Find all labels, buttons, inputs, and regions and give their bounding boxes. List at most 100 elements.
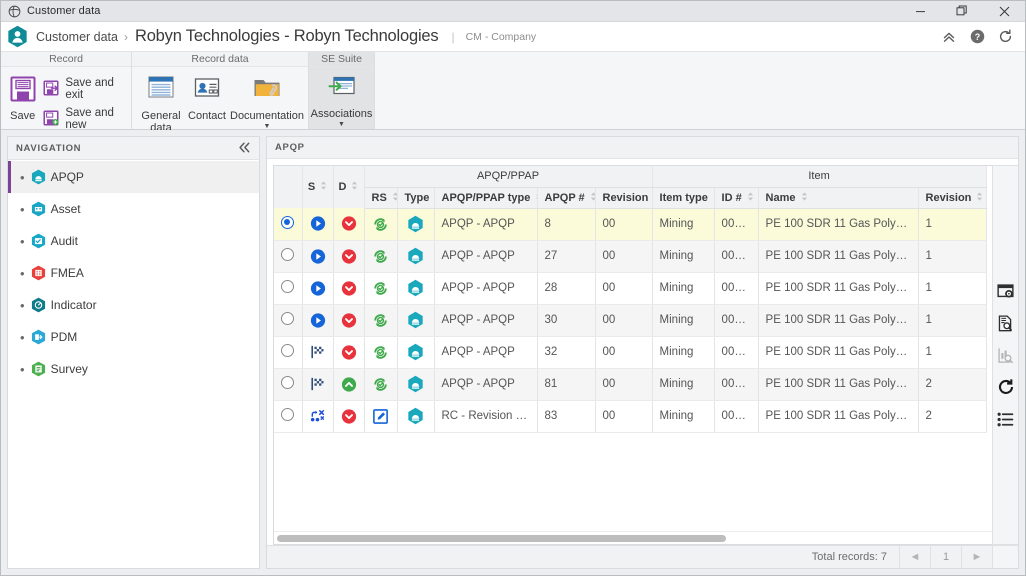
- col-d-header[interactable]: D: [333, 166, 365, 208]
- save-and-exit-button[interactable]: Save and exit: [40, 75, 127, 103]
- sidebar-item-fmea[interactable]: • FMEA: [8, 257, 259, 289]
- next-page-button[interactable]: ►: [961, 546, 992, 568]
- row-apqp-number-cell: 83: [537, 400, 596, 433]
- col-s-label: S: [307, 181, 316, 193]
- horizontal-scrollbar[interactable]: [274, 531, 992, 544]
- maximize-button[interactable]: [941, 1, 983, 22]
- row-item-revision-cell: 2: [918, 400, 987, 433]
- refresh-icon[interactable]: [993, 25, 1017, 49]
- row-status-cell: [302, 304, 334, 337]
- row-apqp-number-cell: 32: [537, 336, 596, 369]
- table-row[interactable]: RC - Revision control8300Mining000001PE …: [274, 400, 987, 433]
- row-status-cell: [302, 272, 334, 305]
- sidebar-item-asset[interactable]: • Asset: [8, 193, 259, 225]
- col-id-number-header[interactable]: ID #: [714, 187, 759, 209]
- sort-icon[interactable]: [801, 191, 808, 204]
- row-apqp-ppap-type-cell: APQP - APQP: [434, 272, 538, 305]
- documentation-button[interactable]: Documentation ▼: [230, 72, 304, 130]
- view-details-icon[interactable]: [995, 281, 1017, 301]
- bullet-icon: •: [20, 361, 25, 377]
- collapse-ribbon-icon[interactable]: [937, 25, 961, 49]
- row-select-cell[interactable]: [274, 272, 303, 305]
- indicator-hex-icon: [31, 297, 46, 313]
- main-panel-title: APQP: [275, 142, 305, 153]
- col-name-header[interactable]: Name: [758, 187, 919, 209]
- help-icon[interactable]: ?: [965, 25, 989, 49]
- sidebar-item-indicator[interactable]: • Indicator: [8, 289, 259, 321]
- col-type-header[interactable]: Type: [397, 187, 435, 209]
- col-apqp-number-header[interactable]: APQP #: [537, 187, 596, 209]
- table-row[interactable]: APQP - APQP 32 00 Mining 000001 PE 100 SDR 11…: [274, 336, 987, 369]
- row-name-cell: PE 100 SDR 11 Gas Polyethylene Pipe: [758, 304, 919, 337]
- row-select-cell[interactable]: [274, 240, 303, 273]
- row-item-type-cell: Mining: [652, 208, 715, 241]
- row-radio-button[interactable]: [281, 280, 294, 293]
- col-apqp-ppap-type-header[interactable]: APQP/PPAP type: [434, 187, 538, 209]
- row-radio-button[interactable]: [281, 344, 294, 357]
- col-revision-header[interactable]: Revision: [595, 187, 653, 209]
- col-item-revision-header[interactable]: Revision: [918, 187, 987, 209]
- title-bar: Customer data: [1, 1, 1025, 22]
- row-radio-button[interactable]: [281, 312, 294, 325]
- table-row[interactable]: APQP - APQP 81 00 Mining 000001 PE 100 SDR 11…: [274, 368, 987, 401]
- minimize-button[interactable]: [899, 1, 941, 22]
- general-data-button[interactable]: General data: [138, 72, 184, 134]
- close-button[interactable]: [983, 1, 1025, 22]
- row-name-cell: PE 100 SDR 11 Gas Polyethylene Pipe: [758, 240, 919, 273]
- row-select-cell[interactable]: [274, 336, 303, 369]
- col-rs-header[interactable]: RS: [364, 187, 398, 209]
- save-and-exit-icon: [43, 79, 59, 99]
- group-header-apqp-ppap: APQP/PPAP: [364, 166, 653, 188]
- row-revision-cell: 00: [595, 400, 653, 433]
- save-button[interactable]: Save: [5, 72, 40, 122]
- row-radio-button[interactable]: [281, 408, 294, 421]
- contact-button[interactable]: Contact: [184, 72, 230, 122]
- sort-icon[interactable]: [351, 181, 358, 193]
- table-row[interactable]: APQP - APQP 8 00 Mining 000001 PE 100 SDR 11 …: [274, 208, 987, 241]
- sort-icon[interactable]: [320, 181, 327, 193]
- grid-scroll-viewport[interactable]: S D APQP/PPAP Item RS Type APQP/PPAP typ…: [274, 166, 992, 531]
- save-and-new-icon: [43, 109, 59, 129]
- row-select-cell[interactable]: [274, 400, 303, 433]
- col-item-type-header[interactable]: Item type: [652, 187, 715, 209]
- row-id-number-cell: 000001: [714, 304, 759, 337]
- sidebar-item-survey[interactable]: • Survey: [8, 353, 259, 385]
- row-id-number-cell: 000001: [714, 208, 759, 241]
- row-radio-button[interactable]: [281, 376, 294, 389]
- refresh-icon[interactable]: [995, 377, 1017, 397]
- row-revision-cell: 00: [595, 336, 653, 369]
- row-select-cell[interactable]: [274, 208, 303, 241]
- sidebar-item-apqp[interactable]: • APQP: [8, 161, 259, 193]
- table-row[interactable]: APQP - APQP 30 00 Mining 000001 PE 100 SDR 11…: [274, 304, 987, 337]
- row-rs-cell: [364, 336, 398, 369]
- audit-hex-icon: [31, 233, 46, 249]
- row-radio-button[interactable]: [281, 215, 294, 229]
- row-select-cell[interactable]: [274, 368, 303, 401]
- breadcrumb-root[interactable]: Customer data: [36, 30, 118, 44]
- current-page-number[interactable]: 1: [930, 546, 961, 568]
- sidebar-item-audit[interactable]: • Audit: [8, 225, 259, 257]
- col-s-header[interactable]: S: [302, 166, 334, 208]
- footer-spacer: [992, 546, 1018, 568]
- document-search-icon[interactable]: [995, 313, 1017, 333]
- table-row[interactable]: APQP - APQP 27 00 Mining 000001 PE 100 SDR 11…: [274, 240, 987, 273]
- sort-icon[interactable]: [392, 191, 396, 204]
- associations-button[interactable]: Associations ▼: [309, 72, 374, 128]
- grid-side-toolbar: [992, 165, 1018, 545]
- row-radio-button[interactable]: [281, 248, 294, 261]
- row-apqp-ppap-type-cell: APQP - APQP: [434, 240, 538, 273]
- sidebar-item-pdm[interactable]: • PDM: [8, 321, 259, 353]
- row-deviation-cell: [333, 304, 365, 337]
- chevron-down-icon[interactable]: ▼: [264, 123, 271, 130]
- save-and-new-button[interactable]: Save and new: [40, 105, 127, 133]
- sort-icon[interactable]: [590, 191, 594, 204]
- previous-page-button[interactable]: ◄: [899, 546, 930, 568]
- chevron-down-icon[interactable]: ▼: [338, 121, 345, 128]
- chevron-double-left-icon[interactable]: [238, 142, 251, 155]
- sort-icon[interactable]: [976, 191, 983, 204]
- table-row[interactable]: APQP - APQP 28 00 Mining 000001 PE 100 SDR 11…: [274, 272, 987, 305]
- horizontal-scrollbar-thumb[interactable]: [277, 534, 726, 542]
- row-select-cell[interactable]: [274, 304, 303, 337]
- list-view-icon[interactable]: [995, 409, 1017, 429]
- sort-icon[interactable]: [747, 191, 754, 204]
